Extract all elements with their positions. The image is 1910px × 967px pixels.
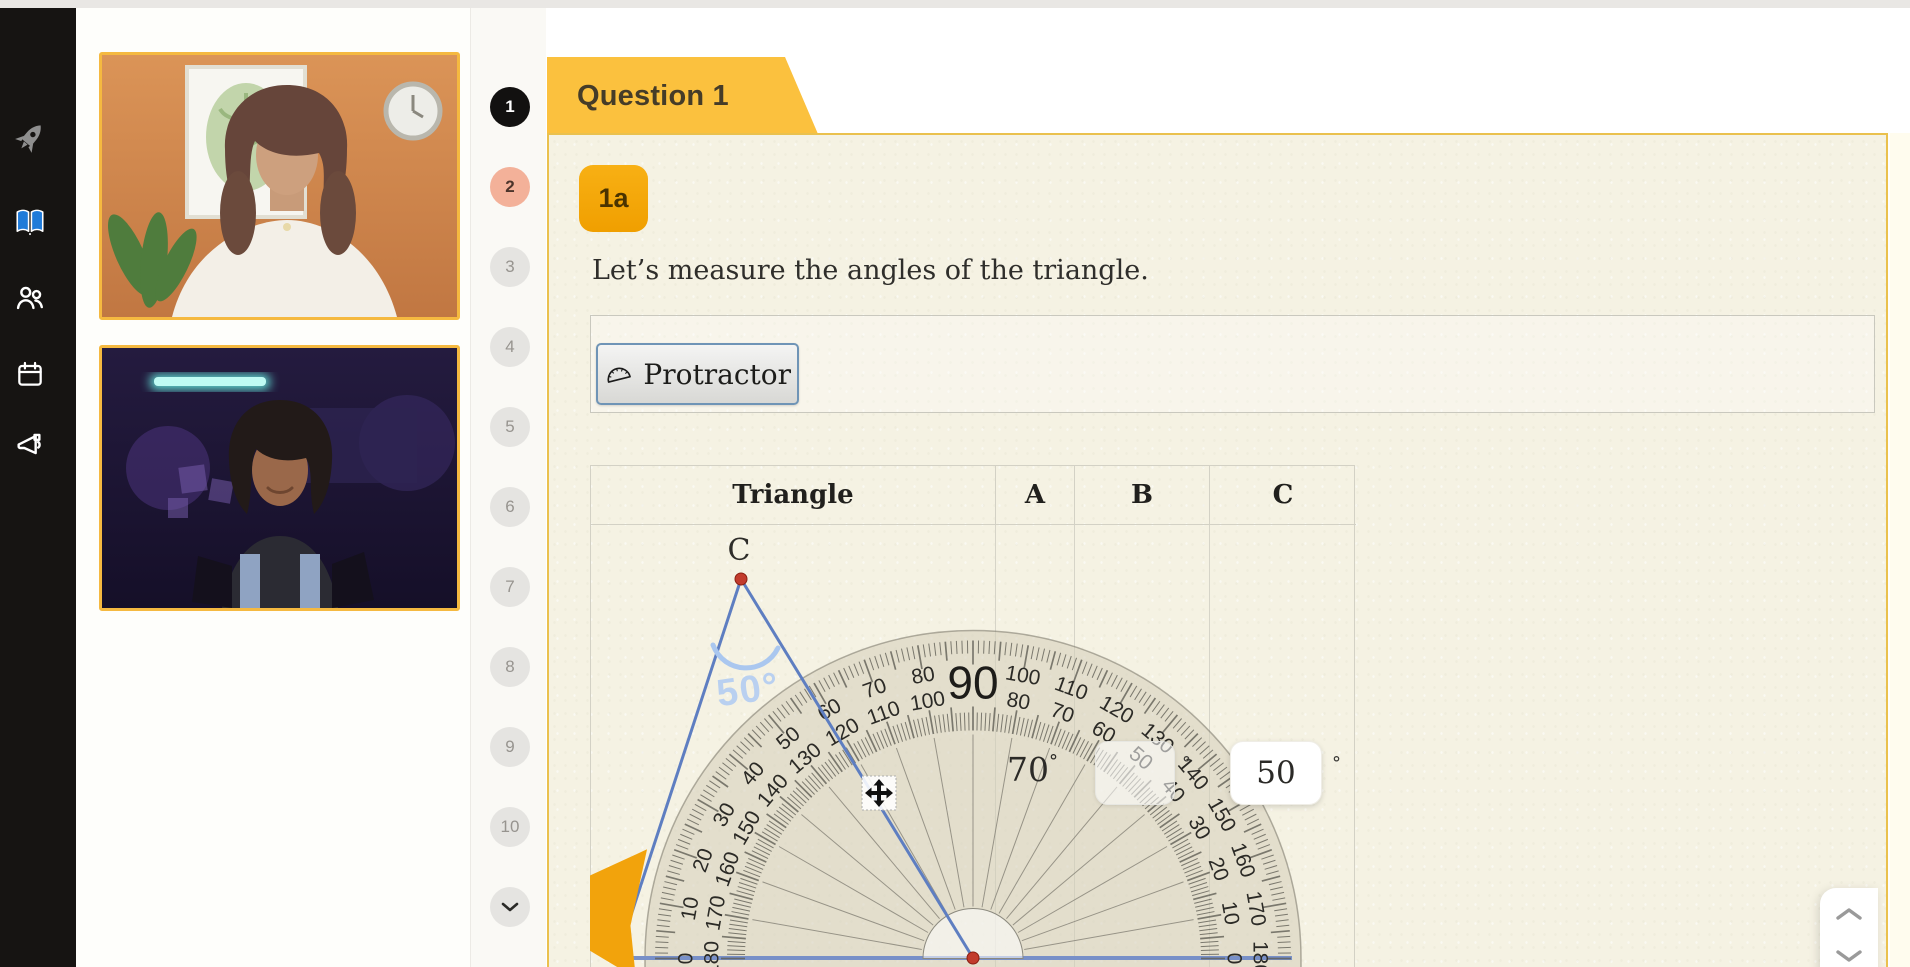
svg-text:10: 10 [677,895,704,922]
question-part-badge: 1a [579,165,648,232]
svg-text:180: 180 [700,941,723,967]
question-circle-5[interactable]: 5 [490,407,530,447]
svg-text:80: 80 [1005,688,1032,715]
instruction-text: Let’s measure the angles of the triangle… [592,255,1149,286]
question-circle-4[interactable]: 4 [490,327,530,367]
svg-text:180: 180 [1249,941,1272,967]
angle-b-degree: ° [1182,753,1191,774]
chevron-up-icon [1834,906,1864,922]
question-tab-title: Question 1 [547,57,818,113]
angle-a-value: 70° [1007,750,1058,789]
student-video-tile[interactable] [99,345,460,611]
student-video-scene [102,348,457,608]
question-circle-2[interactable]: 2 [490,167,530,207]
angle-arc [713,645,778,668]
table-header-row: TriangleABC [591,466,1354,525]
chevron-down-icon [1834,948,1864,964]
nav-more-button[interactable] [490,887,530,927]
svg-text:0: 0 [674,953,697,965]
question-tab: Question 1 [547,57,818,134]
rocket-icon[interactable] [11,119,49,157]
angle-a-degree: ° [1049,751,1058,772]
scroll-widget [1820,888,1878,967]
chevron-down-icon [500,901,520,913]
book-icon[interactable] [11,203,49,241]
calendar-icon[interactable] [11,355,49,393]
people-icon[interactable] [11,279,49,317]
table-header-b: B [1075,466,1210,525]
question-circle-6[interactable]: 6 [490,487,530,527]
protractor-tool-label: Protractor [643,358,791,391]
teacher-video-tile[interactable] [99,52,460,320]
protractor-icon [604,361,632,387]
right-margin [1890,133,1910,967]
protractor-graphic[interactable]: 0180101702016030150401405013060120701108… [608,630,1301,967]
toolbox: Protractor [590,315,1875,413]
megaphone-icon[interactable] [11,427,49,465]
question-circle-10[interactable]: 10 [490,807,530,847]
vertex-b-handle[interactable] [967,952,979,964]
app-sidebar [0,8,76,967]
vertex-c-label: C [728,533,751,568]
scroll-up-button[interactable] [1834,906,1864,924]
move-cursor-icon[interactable] [862,776,896,810]
question-circle-3[interactable]: 3 [490,247,530,287]
question-panel: 1a Let’s measure the angles of the trian… [547,133,1888,967]
svg-text:10: 10 [1217,900,1244,927]
app-window: 1 2 3 4 5 6 7 8 9 10 Question 1 1a Let’s measure … [0,0,1910,967]
svg-text:0: 0 [1223,953,1246,965]
angle-c-degree: ° [1332,753,1341,774]
question-circle-1[interactable]: 1 [490,87,530,127]
protractor-tool-button[interactable]: Protractor [596,343,799,405]
teacher-video-scene [102,55,457,317]
question-circle-8[interactable]: 8 [490,647,530,687]
angle-c-input[interactable]: 50 [1230,741,1322,805]
table-header-c: C [1210,466,1356,525]
table-header-a: A [996,466,1075,525]
angle-annotation: 50° [714,665,783,715]
rotate-arrow[interactable] [611,868,632,958]
scroll-down-button[interactable] [1834,948,1864,966]
svg-text:90: 90 [947,657,998,709]
question-circle-9[interactable]: 9 [490,727,530,767]
angle-b-input[interactable] [1095,741,1175,805]
table-header-triangle: Triangle [591,466,996,525]
svg-text:80: 80 [910,662,937,689]
question-circle-7[interactable]: 7 [490,567,530,607]
vertex-c-handle[interactable] [735,573,747,585]
